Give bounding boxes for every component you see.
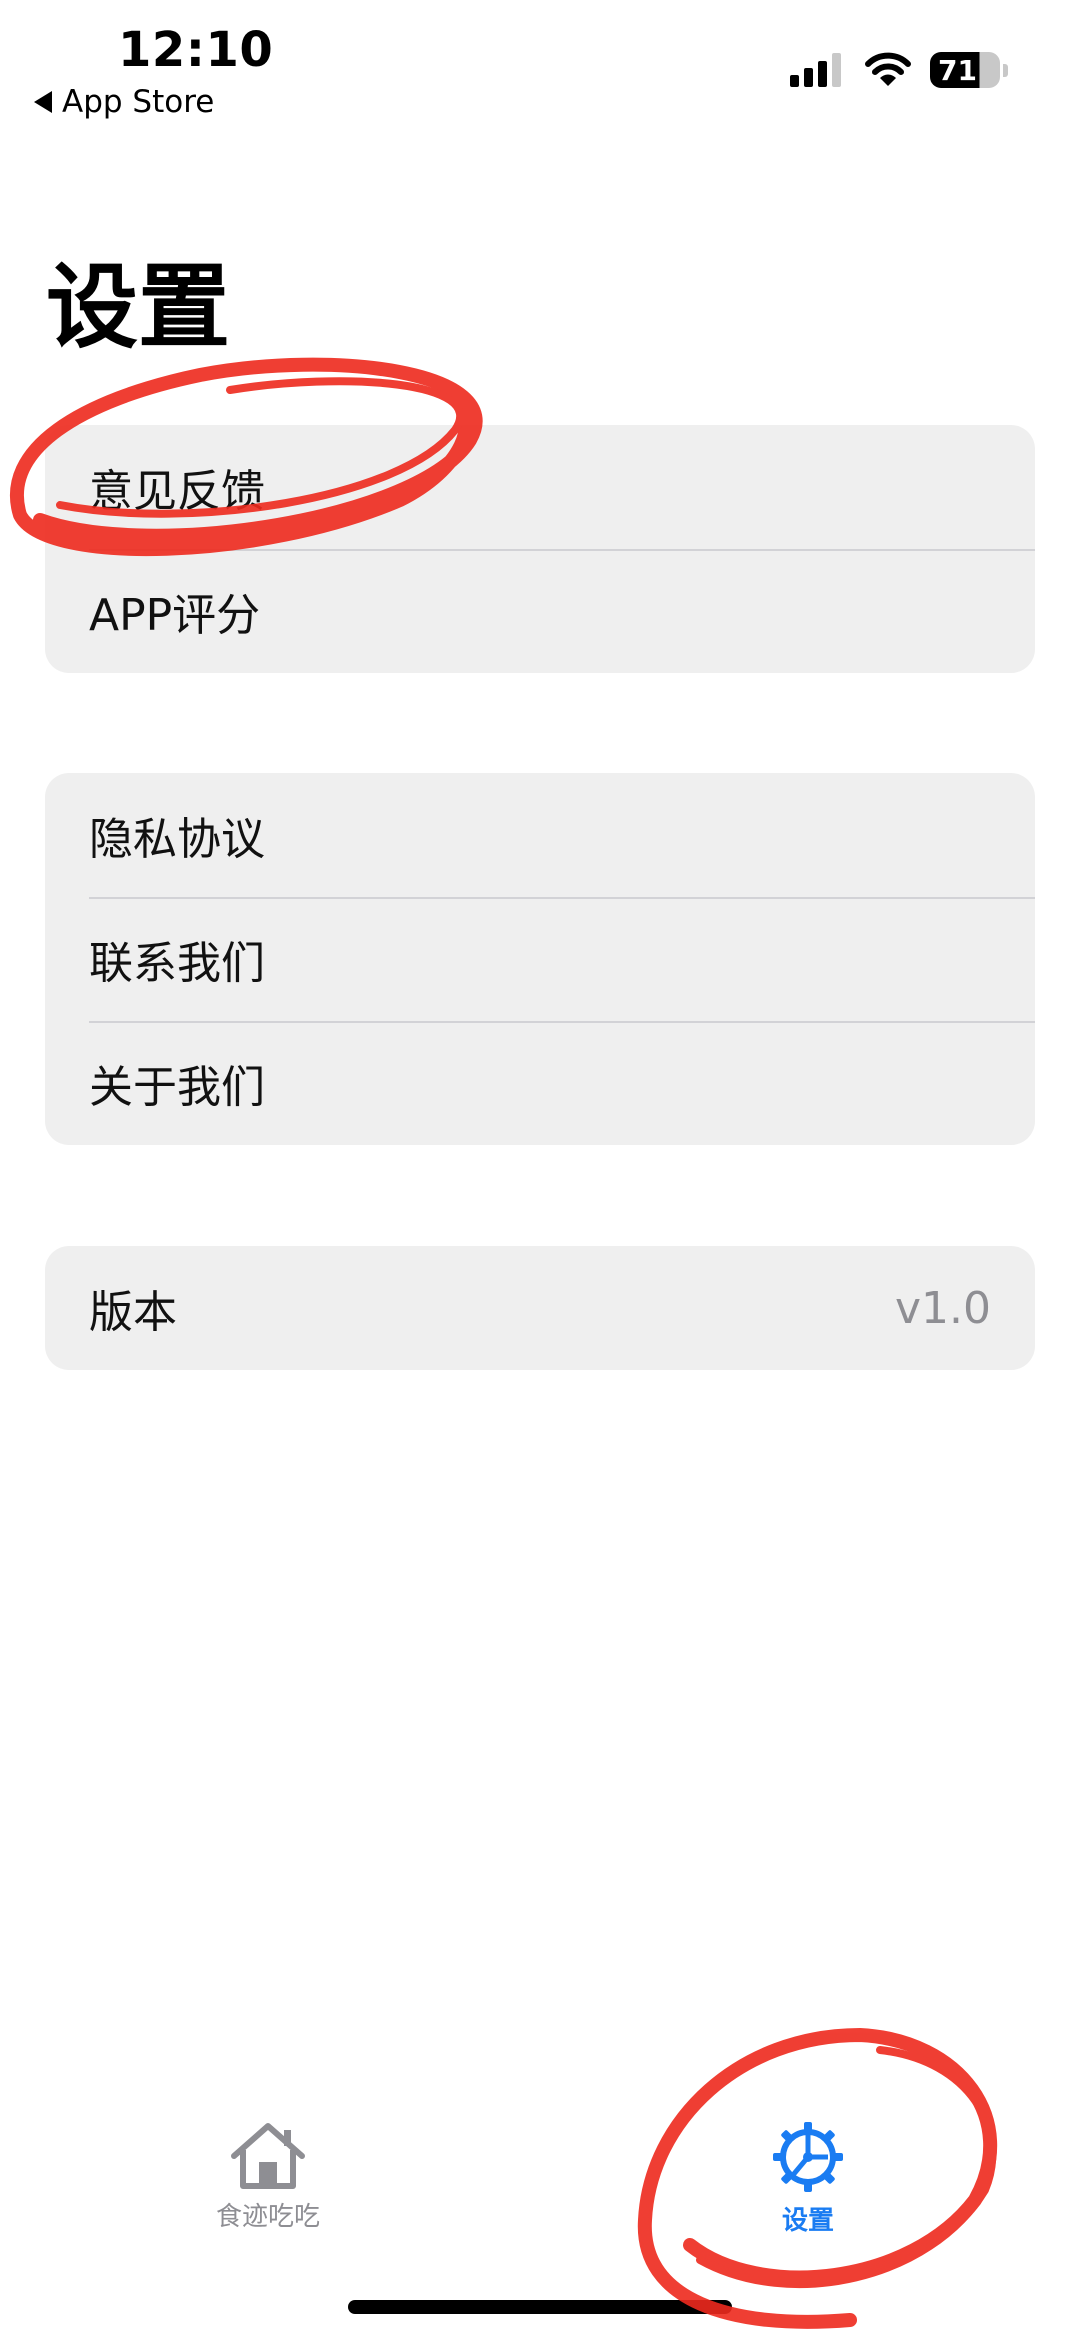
- row-app-rating[interactable]: APP评分: [45, 549, 1035, 673]
- back-arrow-icon: [34, 91, 52, 113]
- wifi-icon: [865, 52, 911, 86]
- row-version: 版本 v1.0: [45, 1246, 1035, 1370]
- row-contact-us[interactable]: 联系我们: [45, 897, 1035, 1021]
- row-about-us[interactable]: 关于我们: [45, 1021, 1035, 1145]
- back-to-app-store[interactable]: App Store: [34, 84, 214, 120]
- cellular-signal-icon: [790, 53, 841, 87]
- row-label: APP评分: [89, 590, 261, 641]
- battery-level: 71: [930, 52, 1000, 88]
- house-icon: [231, 2123, 305, 2189]
- settings-group-info: 隐私协议 联系我们 关于我们: [45, 773, 1035, 1145]
- status-indicators: 71: [790, 52, 1008, 88]
- version-value: v1.0: [894, 1282, 991, 1334]
- tab-settings[interactable]: 设置: [708, 2120, 908, 2237]
- settings-group-version: 版本 v1.0: [45, 1246, 1035, 1370]
- tab-home[interactable]: 食迹吃吃: [168, 2120, 368, 2233]
- row-label: 版本: [89, 1287, 177, 1338]
- back-label: App Store: [62, 84, 215, 120]
- status-time: 12:10: [118, 22, 274, 78]
- gear-icon: [773, 2122, 843, 2192]
- tab-label: 食迹吃吃: [215, 2202, 320, 2232]
- tab-bar: 食迹吃吃 设置: [0, 2100, 1080, 2250]
- battery-icon: 71: [930, 52, 1008, 88]
- row-privacy-policy[interactable]: 隐私协议: [45, 773, 1035, 897]
- row-label: 关于我们: [89, 1062, 265, 1113]
- home-indicator: [348, 2300, 732, 2314]
- row-label: 联系我们: [89, 938, 265, 989]
- settings-group-feedback: 意见反馈 APP评分: [45, 425, 1035, 673]
- row-label: 意见反馈: [89, 466, 265, 517]
- page-title: 设置: [46, 254, 231, 361]
- row-feedback[interactable]: 意见反馈: [45, 425, 1035, 549]
- tab-label: 设置: [781, 2206, 834, 2236]
- row-label: 隐私协议: [89, 814, 265, 865]
